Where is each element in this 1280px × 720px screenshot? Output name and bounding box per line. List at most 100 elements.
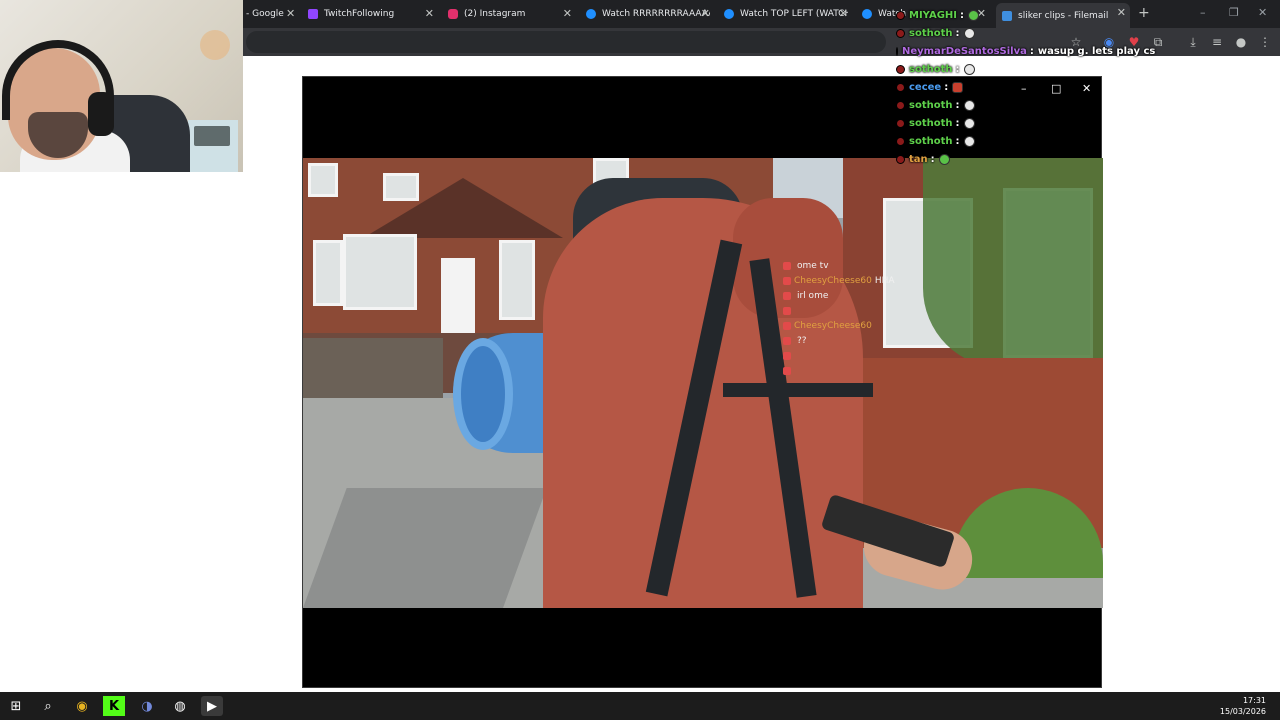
overlay-chat-text: ?? <box>797 335 807 346</box>
chat-emote-icon <box>963 135 975 147</box>
tab-close-icon[interactable]: ✕ <box>839 7 848 20</box>
chat-message: tan: <box>896 150 1126 168</box>
tab-watch-rrrr[interactable]: Watch RRRRRRRRAAAAAA ✕ <box>586 4 710 24</box>
chat-badge-icon <box>896 118 905 128</box>
chat-badge-icon <box>896 100 905 110</box>
video-frame: ome tv CheesyCheese60 HHA irl ome CheesyChee… <box>303 158 1103 608</box>
chat-emote-icon <box>963 63 975 75</box>
scene-window <box>383 173 419 201</box>
chat-badge-icon <box>896 10 905 20</box>
system-clock[interactable]: 17:31 15/03/2026 <box>1220 695 1266 717</box>
chat-message: sothoth: <box>896 24 1126 42</box>
chat-emote-icon <box>963 117 975 129</box>
reading-list-icon[interactable]: ≡ <box>1209 34 1225 50</box>
chat-separator: : <box>955 135 960 147</box>
chat-badge-icon <box>896 136 905 146</box>
chat-badge-icon <box>896 154 905 164</box>
address-bar[interactable] <box>246 31 886 53</box>
overlay-chat-message <box>783 363 1013 378</box>
chat-separator: : <box>930 153 935 165</box>
chat-badge-icon <box>896 82 905 92</box>
chat-username[interactable]: sothoth <box>909 64 953 75</box>
chat-username[interactable]: sothoth <box>909 118 953 129</box>
kick-icon <box>724 9 734 19</box>
chat-username[interactable]: NeymarDeSantosSilva <box>902 46 1027 57</box>
instagram-icon <box>448 9 458 19</box>
tab-label: TwitchFollowing <box>324 9 395 19</box>
overlay-chat-text: HHA <box>874 275 895 286</box>
overlay-chat-badge-icon <box>783 261 791 270</box>
tab-close-icon[interactable]: ✕ <box>701 7 710 20</box>
chat-username[interactable]: tan <box>909 154 928 165</box>
download-icon[interactable]: ⤓ <box>1185 34 1201 50</box>
overlay-chat-badge-icon <box>783 276 791 285</box>
kick-icon <box>586 9 596 19</box>
discord-icon[interactable]: ◑ <box>136 696 158 716</box>
window-minimize-icon[interactable]: – <box>1200 6 1206 19</box>
overlay-chat-message: ?? <box>783 333 1013 348</box>
chat-emote-icon <box>968 9 979 21</box>
overlay-chat-text: irl ome <box>797 290 829 301</box>
window-close-icon[interactable]: ✕ <box>1258 6 1267 19</box>
scene-window <box>313 240 343 306</box>
webcam-background-device <box>194 126 230 146</box>
overlay-chat-message <box>783 348 1013 363</box>
scene-window <box>499 240 535 320</box>
media-player-icon[interactable]: ▶ <box>201 696 223 716</box>
chat-badge-icon <box>896 28 905 38</box>
overlay-chat-badge-icon <box>783 366 791 375</box>
scene-front-door <box>441 258 475 338</box>
chrome-icon[interactable]: ◉ <box>71 696 93 716</box>
chat-username[interactable]: sothoth <box>909 136 953 147</box>
overlay-chat-badge-icon <box>783 291 791 300</box>
overlay-chat-badge-icon <box>783 336 791 345</box>
chat-separator: : <box>955 99 960 111</box>
overlay-chat-badge-icon <box>783 351 791 360</box>
scene-bay-window <box>343 234 417 310</box>
search-icon[interactable]: ⌕ <box>37 696 59 716</box>
browser-menu-icon[interactable]: ⋮ <box>1257 34 1273 50</box>
overlay-chat-message: CheesyCheese60 <box>783 318 1013 333</box>
overlay-chat-message: irl ome <box>783 288 1013 303</box>
tab-close-icon[interactable]: ✕ <box>563 7 572 20</box>
chat-message-text: wasup g. lets play cs <box>1037 45 1156 57</box>
chat-badge-icon <box>896 64 905 74</box>
tab-close-icon[interactable]: ✕ <box>425 7 434 20</box>
chat-separator: : <box>1029 45 1034 57</box>
scene-window <box>308 163 338 197</box>
overlay-chat-badge-icon <box>783 321 791 330</box>
overlay-chat-username: CheesyCheese60 <box>794 275 872 286</box>
headphone-earcup <box>88 92 114 136</box>
chat-username[interactable]: sothoth <box>909 100 953 111</box>
kick-icon <box>862 9 872 19</box>
tab-google[interactable]: - Google ✕ <box>246 4 302 24</box>
chat-separator: : <box>955 117 960 129</box>
clock-time: 17:31 <box>1242 696 1266 705</box>
clock-date: 15/03/2026 <box>1219 707 1266 716</box>
kick-app-icon[interactable]: K <box>103 696 125 716</box>
chat-message: cecee: <box>896 78 1126 96</box>
obs-icon[interactable]: ◍ <box>169 696 191 716</box>
overlay-chat-message: ome tv <box>783 258 1013 273</box>
tab-instagram[interactable]: (2) Instagram ✕ <box>448 4 572 24</box>
scene-chest-strap <box>723 383 873 397</box>
chat-username[interactable]: sothoth <box>909 28 953 39</box>
profile-avatar-icon[interactable]: ● <box>1233 34 1249 50</box>
chat-username[interactable]: cecee <box>909 82 941 93</box>
tab-watch-top-left[interactable]: Watch TOP LEFT (WATCH ✕ <box>724 4 848 24</box>
chat-separator: : <box>960 9 964 21</box>
chat-emote-icon <box>952 81 964 93</box>
chat-message: NeymarDeSantosSilva: wasup g. lets play c… <box>896 42 1155 60</box>
windows-start-icon[interactable]: ⊞ <box>5 696 27 716</box>
tab-close-icon[interactable]: ✕ <box>286 7 302 20</box>
webcam-overlay <box>0 0 243 172</box>
chat-username[interactable]: MIYAGHI <box>909 10 957 21</box>
chat-separator: : <box>955 27 960 39</box>
stream-chat-overlay: ome tv CheesyCheese60 HHA irl ome CheesyChee… <box>783 258 1013 378</box>
tab-twitch-following[interactable]: TwitchFollowing ✕ <box>308 4 434 24</box>
window-maximize-icon[interactable]: ❐ <box>1229 6 1239 19</box>
chat-separator: : <box>955 63 960 75</box>
new-tab-button[interactable]: + <box>1138 5 1150 21</box>
chat-message: MIYAGHI: <box>896 6 1126 24</box>
chat-separator: : <box>944 81 949 93</box>
